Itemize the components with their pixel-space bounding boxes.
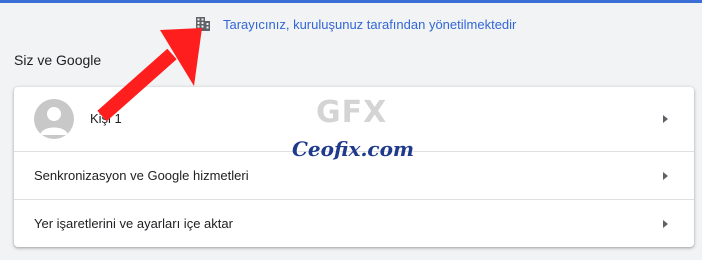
row-sync-services[interactable]: Senkronizasyon ve Google hizmetleri — [14, 151, 694, 199]
chevron-right-icon[interactable] — [660, 171, 670, 181]
person-avatar-icon — [40, 107, 68, 135]
row-person-label: Kişi 1 — [90, 111, 122, 126]
managed-notice-link[interactable]: Tarayıcınız, kuruluşunuz tarafından yöne… — [223, 17, 516, 32]
managed-browser-notice[interactable]: Tarayıcınız, kuruluşunuz tarafından yöne… — [194, 15, 516, 33]
row-import-label: Yer işaretlerini ve ayarları içe aktar — [34, 216, 233, 231]
accent-top-bar — [0, 0, 702, 3]
row-sync-label: Senkronizasyon ve Google hizmetleri — [34, 168, 249, 183]
chevron-right-icon[interactable] — [660, 114, 670, 124]
section-title: Siz ve Google — [14, 52, 102, 68]
row-import-bookmarks[interactable]: Yer işaretlerini ve ayarları içe aktar — [14, 199, 694, 247]
building-icon — [196, 17, 210, 31]
avatar — [34, 99, 74, 139]
row-person[interactable]: Kişi 1 — [14, 87, 694, 151]
chevron-right-icon[interactable] — [660, 219, 670, 229]
you-and-google-card: Kişi 1 Senkronizasyon ve Google hizmetle… — [14, 87, 694, 247]
